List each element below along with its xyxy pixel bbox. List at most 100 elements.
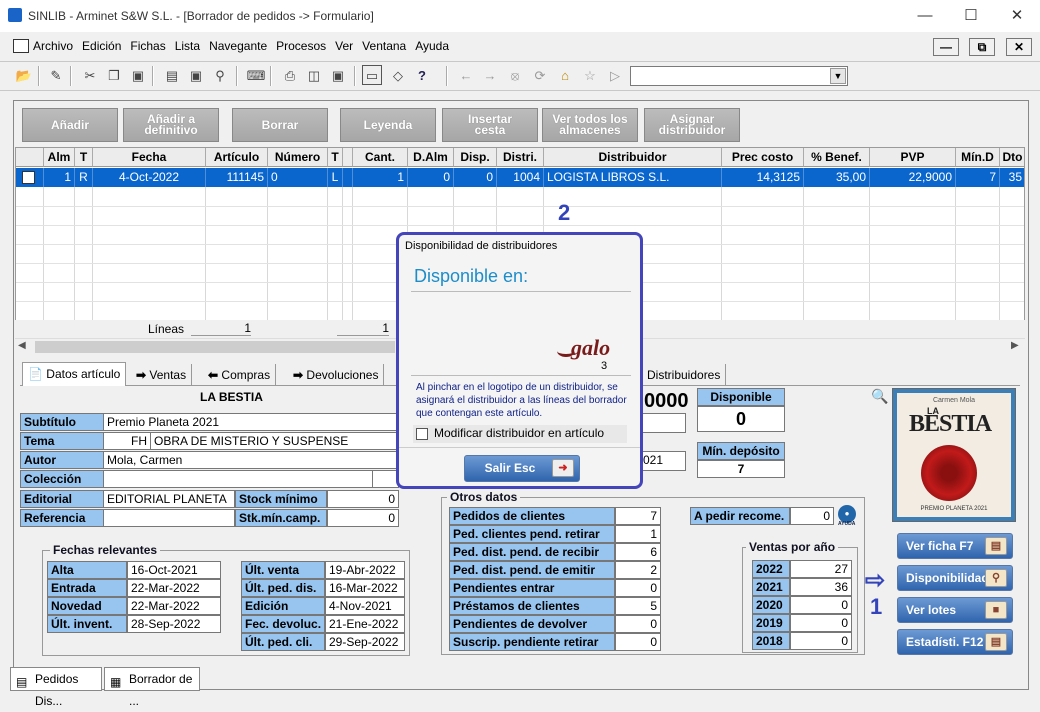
grid-cell-14[interactable]: 35,00 <box>804 168 870 187</box>
fecha-field[interactable]: 22-Mar-2022 <box>127 597 221 615</box>
grid-cell-6[interactable]: L <box>328 168 343 187</box>
otros-field[interactable]: 2 <box>615 561 661 579</box>
eraser-icon[interactable]: ◇ <box>388 66 408 86</box>
arrow-right-icon[interactable]: → <box>480 66 500 86</box>
save-icon[interactable]: ▣ <box>328 66 348 86</box>
action-button-2[interactable]: Borrar <box>232 108 328 142</box>
print-preview-icon[interactable]: ◫ <box>304 66 324 86</box>
task-pedidos[interactable]: ▤ Pedidos Dis... <box>10 667 102 708</box>
disponibilidad-button[interactable]: Disponibilidad ⚲ <box>897 565 1013 591</box>
grid-header-9[interactable]: D.Alm <box>408 148 454 167</box>
mdi-close-button[interactable]: ✕ <box>1006 38 1032 56</box>
otros-field[interactable]: 0 <box>615 579 661 597</box>
stock-minimo-field[interactable]: 0 <box>327 490 399 508</box>
menu-item-2[interactable]: Fichas <box>130 39 165 53</box>
grid-header-11[interactable]: Distri. <box>497 148 544 167</box>
otros-field[interactable]: 5 <box>615 597 661 615</box>
scroll-right-icon[interactable]: ▶ <box>1011 340 1019 351</box>
subtitulo-field[interactable]: Premio Planeta 2021 <box>103 413 399 431</box>
grid-header-6[interactable]: T <box>328 148 343 167</box>
editorial-field[interactable]: EDITORIAL PLANETA <box>103 490 235 508</box>
grid-cell-4[interactable]: 111145 <box>206 168 268 187</box>
grid-cell-10[interactable]: 0 <box>454 168 497 187</box>
search-icon[interactable]: ⚲ <box>210 66 230 86</box>
grid-header-8[interactable]: Cant. <box>353 148 408 167</box>
menu-item-5[interactable]: Procesos <box>276 39 326 53</box>
autor-field[interactable]: Mola, Carmen <box>103 451 399 469</box>
paste-icon[interactable]: ▣ <box>128 66 148 86</box>
ventas-value[interactable]: 0 <box>790 614 852 632</box>
menu-item-7[interactable]: Ventana <box>362 39 406 53</box>
grid-header-14[interactable]: % Benef. <box>804 148 870 167</box>
tema-code-field[interactable]: FH <box>103 432 151 450</box>
action-button-1[interactable]: Añadir a definitivo <box>123 108 219 142</box>
referencia-field[interactable] <box>103 509 235 527</box>
menu-item-4[interactable]: Navegante <box>209 39 267 53</box>
menu-item-3[interactable]: Lista <box>175 39 200 53</box>
grid-row-checkbox[interactable] <box>22 171 35 184</box>
arrow-left-icon[interactable]: ← <box>456 66 476 86</box>
chevron-down-icon[interactable]: ▼ <box>830 68 846 84</box>
grid-header-17[interactable]: Dto <box>1000 148 1024 167</box>
maximize-icon[interactable]: ☐ <box>948 0 994 32</box>
scroll-left-icon[interactable]: ◀ <box>18 340 26 351</box>
otros-field[interactable]: 0 <box>615 633 661 651</box>
toolbar-combo[interactable]: ▼ <box>630 66 848 86</box>
modificar-checkbox-row[interactable]: Modificar distribuidor en artículo <box>413 425 627 443</box>
otros-field[interactable]: 1 <box>615 525 661 543</box>
home-icon[interactable]: ⌂ <box>555 66 575 86</box>
fecha-field[interactable]: 28-Sep-2022 <box>127 615 221 633</box>
help-icon[interactable]: ? <box>412 66 432 86</box>
action-button-4[interactable]: Insertar cesta <box>442 108 538 142</box>
grid-cell-7[interactable] <box>343 168 353 187</box>
tab-devoluciones[interactable]: ➡ Devoluciones <box>288 364 385 386</box>
ver-ficha-button[interactable]: Ver ficha F7 ▤ <box>897 533 1013 559</box>
grid-cell-9[interactable]: 0 <box>408 168 454 187</box>
fecha-field[interactable]: 16-Oct-2021 <box>127 561 221 579</box>
grid-header-4[interactable]: Artículo <box>206 148 268 167</box>
grid-cell-11[interactable]: 1004 <box>497 168 544 187</box>
go-icon[interactable]: ▷ <box>605 66 625 86</box>
fecha-field[interactable]: 21-Ene-2022 <box>325 615 405 633</box>
fecha-field[interactable]: 16-Mar-2022 <box>325 579 405 597</box>
copy-icon[interactable]: ❐ <box>104 66 124 86</box>
menu-item-8[interactable]: Ayuda <box>415 39 449 53</box>
coleccion-field[interactable] <box>103 470 373 488</box>
tab-distribuidores[interactable]: Distribuidores <box>641 364 727 386</box>
cut-icon[interactable]: ✂ <box>80 66 100 86</box>
grid-cell-1[interactable]: 1 <box>44 168 75 187</box>
tab-ventas[interactable]: ➡ Ventas <box>131 364 193 386</box>
tab-compras[interactable]: ⬅ Compras <box>203 364 277 386</box>
ventas-value[interactable]: 0 <box>790 632 852 650</box>
grid-cell-13[interactable]: 14,3125 <box>722 168 804 187</box>
print-icon[interactable]: ⎙ <box>280 66 300 86</box>
grid-header-3[interactable]: Fecha <box>93 148 206 167</box>
grid-cell-17[interactable]: 35 <box>1000 168 1024 187</box>
stk-min-camp-field[interactable]: 0 <box>327 509 399 527</box>
action-button-0[interactable]: Añadir <box>22 108 118 142</box>
grid-header-16[interactable]: Mín.D <box>956 148 1000 167</box>
coleccion-extra-field[interactable] <box>372 470 399 488</box>
menu-item-0[interactable]: Archivo <box>33 39 73 53</box>
menu-item-6[interactable]: Ver <box>335 39 353 53</box>
grid-cell-3[interactable]: 4-Oct-2022 <box>93 168 206 187</box>
grid-header-10[interactable]: Disp. <box>454 148 497 167</box>
screen-icon[interactable]: ▭ <box>362 65 382 85</box>
grid-header-2[interactable]: T <box>75 148 93 167</box>
zoom-icon[interactable]: 🔍 <box>871 388 888 405</box>
grid-header-1[interactable]: Alm <box>44 148 75 167</box>
edit-icon[interactable]: ✎ <box>46 66 66 86</box>
grid-header-7[interactable] <box>343 148 353 167</box>
grid-cell-16[interactable]: 7 <box>956 168 1000 187</box>
binoculars-icon[interactable]: ▣ <box>186 66 206 86</box>
grid-cell-2[interactable]: R <box>75 168 93 187</box>
refresh-icon[interactable]: ⟳ <box>530 66 550 86</box>
distributor-logo[interactable]: galo 3 <box>557 335 617 375</box>
fecha-field[interactable]: 19-Abr-2022 <box>325 561 405 579</box>
stop-icon[interactable]: ⦻ <box>505 66 525 86</box>
ventas-value[interactable]: 36 <box>790 578 852 596</box>
ver-lotes-button[interactable]: Ver lotes ■ <box>897 597 1013 623</box>
grid-header-15[interactable]: PVP <box>870 148 956 167</box>
fecha-field[interactable]: 29-Sep-2022 <box>325 633 405 651</box>
action-button-3[interactable]: Leyenda <box>340 108 436 142</box>
